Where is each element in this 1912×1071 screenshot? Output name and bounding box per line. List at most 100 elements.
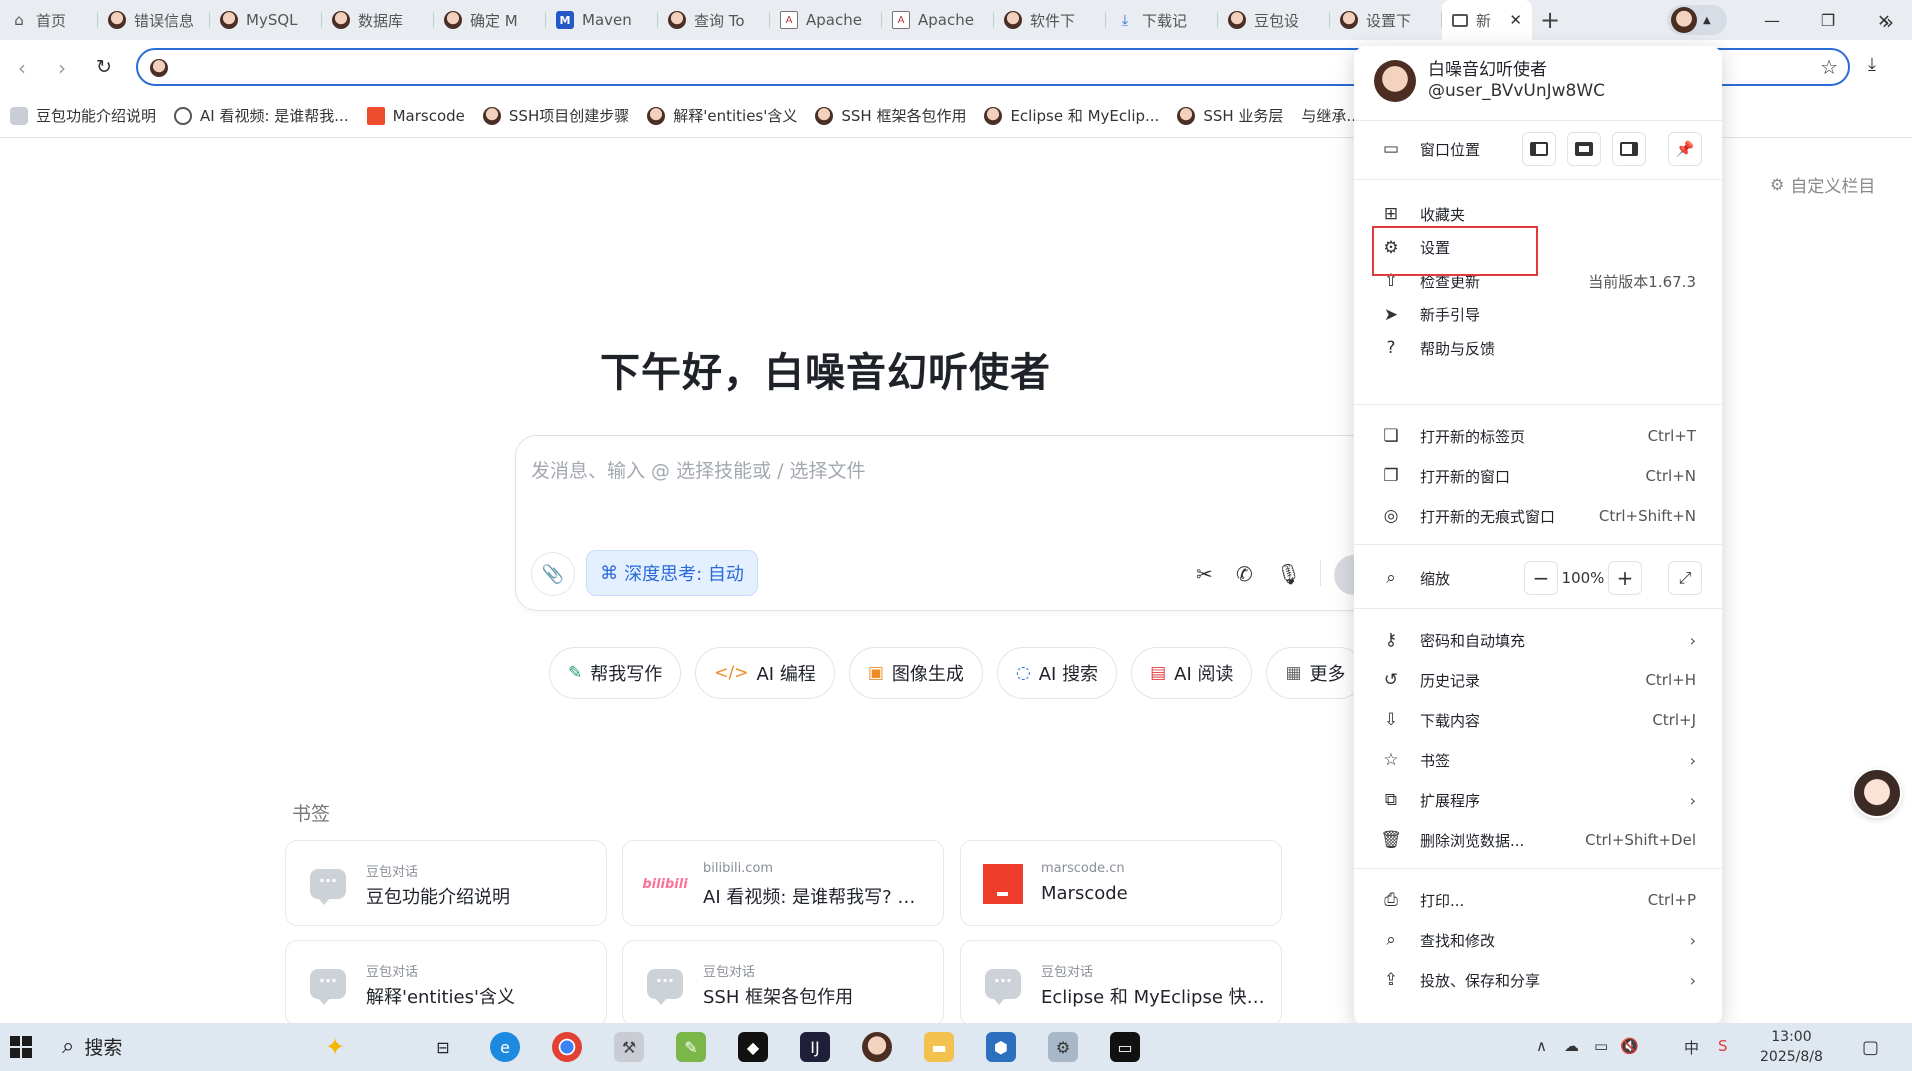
settings-app-icon[interactable]: ⚙ [1048, 1032, 1078, 1062]
notepad-app-icon[interactable]: ✎ [676, 1032, 706, 1062]
customize-columns-button[interactable]: ⚙ 自定义栏目 [1770, 172, 1875, 197]
bookmarks-overflow-button[interactable]: » [1882, 10, 1894, 34]
reload-icon[interactable]: ↻ [96, 56, 112, 78]
browser-tab[interactable]: 软件下 [994, 0, 1106, 40]
menu-item-download-tray[interactable]: ⇩ 下载内容 Ctrl+J [1354, 702, 1722, 738]
menu-item-find[interactable]: ⌕ 查找和修改 › [1354, 922, 1722, 958]
chrome-icon[interactable] [552, 1032, 582, 1062]
menu-item-print[interactable]: ⎙ 打印... Ctrl+P [1354, 882, 1722, 918]
pin-button[interactable]: 📌 [1668, 132, 1702, 166]
download-icon[interactable]: ⤓ [1868, 54, 1876, 75]
bookmark-bar-item[interactable]: SSH 业务层 [1175, 105, 1295, 126]
browser-tab[interactable]: 设置下 [1330, 0, 1442, 40]
bookmark-bar-item[interactable]: AI 看视频: 是谁帮我... [172, 105, 361, 126]
chevron-right-icon: › [1689, 930, 1696, 950]
skill-button[interactable]: ▦ 更多 [1266, 647, 1365, 699]
bookmark-card[interactable]: ··· 豆包对话 Eclipse 和 MyEclipse 快捷... [960, 940, 1282, 1026]
bookmark-card[interactable]: bilibili bilibili.com AI 看视频: 是谁帮我写? 作... [622, 840, 944, 926]
browser-tab[interactable]: 错误信息 [98, 0, 210, 40]
menu-item-history[interactable]: ↺ 历史记录 Ctrl+H [1354, 662, 1722, 698]
browser-tab[interactable]: 确定 M [434, 0, 546, 40]
scissors-icon[interactable]: ✂ [1196, 562, 1213, 586]
taskbar-search[interactable]: ⌕ 搜索 [62, 1033, 122, 1060]
menu-item-trash[interactable]: 🗑 删除浏览数据... Ctrl+Shift+Del [1354, 822, 1722, 858]
browser-tab[interactable]: ⤓ 下载记 [1106, 0, 1218, 40]
browser-tab[interactable]: 数据库 [322, 0, 434, 40]
browser-tab[interactable]: ⌂ 首页 [0, 0, 98, 40]
bookmark-bar-item[interactable]: 解释'entities'含义 [645, 105, 809, 126]
browser-tab[interactable]: M Maven [546, 0, 658, 40]
skill-button[interactable]: ▣ 图像生成 [848, 647, 983, 699]
maximize-button[interactable]: ❐ [1800, 0, 1856, 40]
menu-item-navigation[interactable]: ➤ 新手引导 [1354, 297, 1722, 333]
skill-button[interactable]: ▤ AI 阅读 [1131, 647, 1253, 699]
menu-item-key[interactable]: ⚷ 密码和自动填充 › [1354, 622, 1722, 658]
menu-item-share[interactable]: ⇪ 投放、保存和分享 › [1354, 962, 1722, 998]
menu-item-incognito[interactable]: ◎ 打开新的无痕式窗口 Ctrl+Shift+N [1354, 498, 1722, 534]
file-explorer-icon[interactable]: ▬ [924, 1032, 954, 1062]
menu-item-new-window[interactable]: ❐ 打开新的窗口 Ctrl+N [1354, 458, 1722, 494]
dock-center-button[interactable] [1567, 132, 1601, 166]
browser-tab-active[interactable]: 新 ✕ [1442, 0, 1532, 40]
minimize-button[interactable]: — [1744, 0, 1800, 40]
sogou-icon[interactable]: S [1718, 1037, 1728, 1055]
volume-muted-icon[interactable]: 🔇 [1620, 1037, 1639, 1055]
menu-item-help[interactable]: ? 帮助与反馈 [1354, 330, 1722, 366]
doubao-app-icon[interactable] [862, 1032, 892, 1062]
task-view-icon[interactable]: ⊟ [428, 1032, 458, 1062]
cloud-icon[interactable]: ☁ [1564, 1037, 1579, 1055]
bookmark-card[interactable]: ··· 豆包对话 豆包功能介绍说明 [285, 840, 607, 926]
bookmark-bar-item[interactable]: SSH项目创建步骤 [481, 105, 641, 126]
new-tab-button[interactable]: + [1532, 0, 1568, 40]
zoom-out-button[interactable]: − [1524, 561, 1558, 595]
bookmark-bar-label: 解释'entities'含义 [673, 107, 798, 125]
bookmark-bar-item[interactable]: Eclipse 和 MyEclip... [982, 105, 1171, 126]
sparkle-icon[interactable]: ✦ [320, 1032, 350, 1062]
ime-indicator[interactable]: 中 [1684, 1037, 1699, 1058]
bookmark-card[interactable]: ··· 豆包对话 解释'entities'含义 [285, 940, 607, 1026]
close-tab-icon[interactable]: ✕ [1509, 11, 1522, 29]
assistant-avatar-button[interactable] [1852, 768, 1902, 818]
dock-right-button[interactable] [1612, 132, 1646, 166]
notification-icon[interactable]: ▢ [1862, 1037, 1879, 1058]
windows-start-button[interactable] [10, 1036, 32, 1058]
browser-tab[interactable]: 查询 To [658, 0, 770, 40]
chevron-up-icon[interactable]: ∧ [1536, 1037, 1547, 1055]
browser-tab[interactable]: A Apache [770, 0, 882, 40]
dock-left-button[interactable] [1522, 132, 1556, 166]
bookmark-card[interactable]: ··· 豆包对话 SSH 框架各包作用 [622, 940, 944, 1026]
battery-icon[interactable]: ▭ [1594, 1037, 1608, 1055]
skill-button[interactable]: </> AI 编程 [695, 647, 835, 699]
phone-icon[interactable]: ✆ [1236, 562, 1253, 586]
browser-tab[interactable]: MySQL [210, 0, 322, 40]
star-icon[interactable]: ☆ [1820, 55, 1838, 79]
deep-think-button[interactable]: ⌘ 深度思考: 自动 [586, 550, 758, 596]
browser-tab[interactable]: A Apache [882, 0, 994, 40]
bookmark-bar-item[interactable]: SSH 框架各包作用 [813, 105, 978, 126]
fullscreen-button[interactable]: ⤢ [1668, 561, 1702, 595]
cube-app-icon[interactable]: ◆ [738, 1032, 768, 1062]
attach-button[interactable]: 📎 [531, 552, 575, 596]
back-icon[interactable]: ‹ [18, 56, 26, 80]
edge-icon[interactable]: e [490, 1032, 520, 1062]
menu-item-new-tab[interactable]: ❏ 打开新的标签页 Ctrl+T [1354, 418, 1722, 454]
tab-label: Apache [806, 11, 862, 29]
network-app-icon[interactable]: ⬢ [986, 1032, 1016, 1062]
zoom-in-button[interactable]: + [1608, 561, 1642, 595]
bookmark-bar-item[interactable]: 豆包功能介绍说明 [8, 105, 168, 126]
forward-icon[interactable]: › [58, 56, 66, 80]
taskbar-clock[interactable]: 13:00 2025/8/8 [1760, 1027, 1823, 1067]
profile-button[interactable]: ▲ [1667, 5, 1727, 35]
microphone-icon[interactable]: 🎙 [1276, 562, 1301, 586]
bookmark-bar-item[interactable]: Marscode [365, 106, 477, 125]
tools-app-icon[interactable]: ⚒ [614, 1032, 644, 1062]
intellij-icon[interactable]: IJ [800, 1032, 830, 1062]
skill-button[interactable]: ◌ AI 搜索 [996, 647, 1118, 699]
menu-profile[interactable]: 白噪音幻听使者 @user_BVvUnJw8WC [1374, 60, 1605, 102]
menu-item-extension[interactable]: ⧉ 扩展程序 › [1354, 782, 1722, 818]
skill-button[interactable]: ✎ 帮我写作 [549, 647, 682, 699]
terminal-icon[interactable]: ▭ [1110, 1032, 1140, 1062]
bookmark-card[interactable]: marscode.cn Marscode [960, 840, 1282, 926]
menu-item-star[interactable]: ☆ 书签 › [1354, 742, 1722, 778]
browser-tab[interactable]: 豆包设 [1218, 0, 1330, 40]
